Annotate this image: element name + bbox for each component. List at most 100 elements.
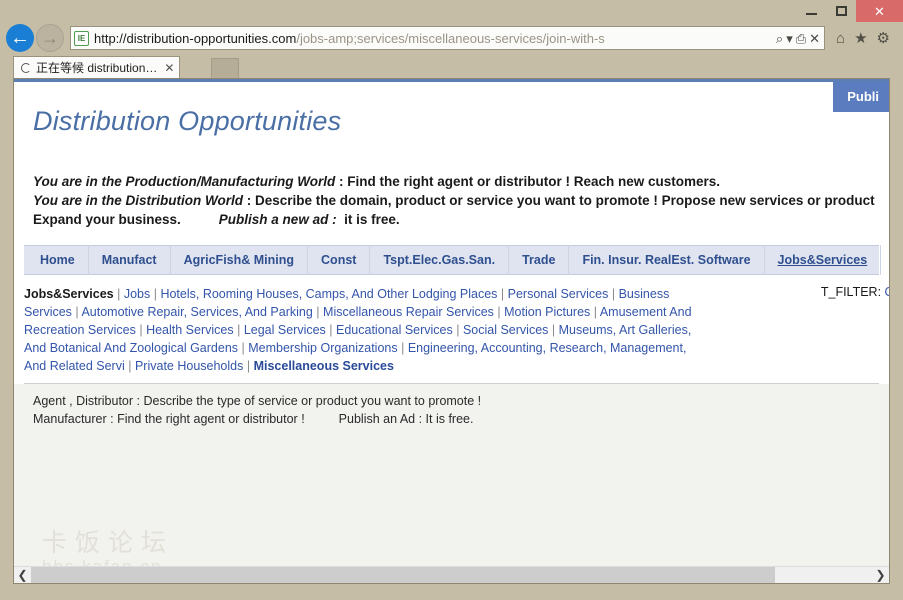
sublink-hotels-rooming-houses-camps-and-other-lo[interactable]: Hotels, Rooming Houses, Camps, And Other… — [160, 287, 497, 301]
sublink-separator: | — [312, 305, 324, 319]
intro-block: You are in the Production/Manufacturing … — [14, 174, 889, 227]
intro-line-3-b: Publish a new ad : — [218, 212, 337, 227]
intro-line-3: Expand your business. Publish a new ad : … — [33, 212, 889, 227]
favorites-star-icon[interactable]: ★ — [854, 31, 867, 46]
loading-spinner-icon — [21, 62, 31, 73]
address-bar[interactable]: IE http://distribution-opportunities.com… — [70, 26, 826, 50]
sublink-miscellaneous-services[interactable]: Miscellaneous Services — [254, 359, 394, 373]
filter-label: T_FILTER: — [820, 285, 882, 299]
tab-label: 正在等候 distribution… — [36, 61, 158, 75]
sublink-separator: | — [150, 287, 161, 301]
url-host: http://distribution-opportunities.com — [94, 30, 297, 46]
intro-line-1-rest: : Find the right agent or distributor ! … — [335, 174, 721, 189]
sublink-separator: | — [548, 323, 559, 337]
url-text: http://distribution-opportunities.com/jo… — [94, 31, 776, 46]
compatibility-view-icon[interactable]: ⎙ — [796, 32, 806, 45]
nav-item-fin-insur-realest-software[interactable]: Fin. Insur. RealEst. Software — [569, 245, 765, 275]
sublink-separator: | — [493, 305, 505, 319]
panel-line-2-b[interactable]: Publish an Ad : It is free. — [339, 412, 474, 426]
panel-line-1: Agent , Distributor : Describe the type … — [33, 394, 482, 408]
browser-tool-icons: ⌂ ★ ⚙ — [825, 31, 897, 46]
sublink-miscellaneous-repair-services[interactable]: Miscellaneous Repair Services — [323, 305, 494, 319]
sublink-separator: | — [135, 323, 147, 337]
sublink-separator: | — [608, 287, 619, 301]
sublink-health-services[interactable]: Health Services — [146, 323, 234, 337]
panel-line-2-a: Manufacturer : Find the right agent or d… — [33, 412, 305, 426]
sublink-separator: | — [590, 305, 600, 319]
intro-line-3-c: it is free. — [344, 212, 400, 227]
sublink-separator: | — [238, 341, 249, 355]
sublink-separator: | — [124, 359, 135, 373]
sublink-separator: | — [497, 287, 508, 301]
nav-item-manufact[interactable]: Manufact — [89, 245, 171, 275]
title-bar: ✕ — [0, 0, 903, 22]
site-header: Distribution Opportunities Publi — [14, 82, 889, 174]
sublink-social-services[interactable]: Social Services — [463, 323, 548, 337]
sublinks-list: Jobs&Services | Jobs | Hotels, Rooming H… — [24, 285, 696, 375]
nav-item-const[interactable]: Const — [308, 245, 371, 275]
url-path: /jobs-amp;services/miscellaneous-service… — [296, 30, 605, 46]
tab-distribution-opportunities[interactable]: 正在等候 distribution… ✕ — [13, 56, 181, 78]
sublink-jobs[interactable]: Jobs — [124, 287, 150, 301]
home-icon[interactable]: ⌂ — [836, 31, 845, 46]
sublink-separator: | — [233, 323, 244, 337]
nav-item-pub-admin[interactable]: Pub.Admin. — [881, 245, 889, 275]
sublinks-row: Jobs&Services | Jobs | Hotels, Rooming H… — [14, 275, 889, 383]
browser-toolbar: ← → IE http://distribution-opportunities… — [0, 22, 903, 54]
sublink-legal-services[interactable]: Legal Services — [244, 323, 326, 337]
browser-window: ✕ ← → IE http://distribution-opportuniti… — [0, 0, 903, 600]
intro-line-3-a: Expand your business. — [33, 212, 181, 227]
scroll-left-arrow-icon[interactable]: ❮ — [14, 568, 31, 582]
sublink-educational-services[interactable]: Educational Services — [336, 323, 453, 337]
tab-close-icon[interactable]: ✕ — [164, 61, 174, 75]
tab-strip: 正在等候 distribution… ✕ — [0, 54, 903, 78]
window-controls: ✕ — [796, 0, 903, 22]
intro-line-1: You are in the Production/Manufacturing … — [33, 174, 889, 189]
minimize-button[interactable] — [796, 0, 826, 22]
sublink-personal-services[interactable]: Personal Services — [508, 287, 609, 301]
intro-line-1-lead: You are in the Production/Manufacturing … — [33, 174, 336, 189]
horizontal-scrollbar[interactable]: ❮ ❯ — [14, 566, 889, 583]
sublinks-lead: Jobs&Services — [24, 287, 114, 301]
sublink-separator: | — [243, 359, 254, 373]
forward-button[interactable]: → — [36, 24, 64, 52]
address-bar-icons: ⌕ ▾ ⎙ ✕ — [776, 32, 822, 45]
search-icon[interactable]: ⌕ — [776, 32, 783, 45]
intro-line-2: You are in the Distribution World : Desc… — [33, 193, 889, 208]
intro-line-2-rest: : Describe the domain, product or servic… — [243, 193, 875, 208]
nav-item-agricfish-mining[interactable]: AgricFish& Mining — [171, 245, 309, 275]
page-viewport: Distribution Opportunities Publi You are… — [13, 78, 890, 584]
nav-item-trade[interactable]: Trade — [509, 245, 570, 275]
sublink-separator: | — [325, 323, 337, 337]
site-identity-icon: IE — [74, 30, 89, 46]
nav-item-home[interactable]: Home — [24, 245, 89, 275]
site-logo[interactable]: Distribution Opportunities — [33, 106, 341, 137]
new-tab-button[interactable] — [211, 58, 239, 78]
filter-value[interactable]: Off — [885, 285, 889, 299]
intro-line-2-lead: You are in the Distribution World — [33, 193, 244, 208]
sublink-separator: | — [452, 323, 463, 337]
publish-ad-button[interactable]: Publi — [833, 82, 889, 112]
scroll-right-arrow-icon[interactable]: ❯ — [872, 568, 889, 582]
sublink-separator: | — [113, 287, 124, 301]
sublink-motion-pictures[interactable]: Motion Pictures — [504, 305, 590, 319]
window-bottom-edge — [0, 584, 903, 600]
scrollbar-track[interactable] — [31, 566, 872, 583]
nav-item-tspt-elec-gas-san[interactable]: Tspt.Elec.Gas.San. — [370, 245, 510, 275]
chevron-down-icon[interactable]: ▾ — [786, 32, 793, 45]
back-button[interactable]: ← — [6, 24, 34, 52]
scrollbar-thumb[interactable] — [31, 566, 776, 583]
gear-icon[interactable]: ⚙ — [877, 31, 890, 46]
sublink-membership-organizations[interactable]: Membership Organizations — [248, 341, 397, 355]
filter-status: T_FILTER: Off — [820, 285, 889, 299]
panel-line-2: Manufacturer : Find the right agent or d… — [33, 412, 889, 426]
content-panel: Agent , Distributor : Describe the type … — [14, 384, 889, 583]
sublink-private-households[interactable]: Private Households — [135, 359, 243, 373]
close-button[interactable]: ✕ — [856, 0, 903, 22]
stop-icon[interactable]: ✕ — [809, 32, 820, 45]
sublink-separator: | — [397, 341, 408, 355]
sublink-automotive-repair-services-and-parking[interactable]: Automotive Repair, Services, And Parking — [81, 305, 312, 319]
maximize-button[interactable] — [826, 0, 856, 22]
main-nav: Home Manufact AgricFish& Mining Const Tspt.E… — [24, 245, 882, 275]
nav-item-jobs-services[interactable]: Jobs&Services — [765, 245, 882, 275]
